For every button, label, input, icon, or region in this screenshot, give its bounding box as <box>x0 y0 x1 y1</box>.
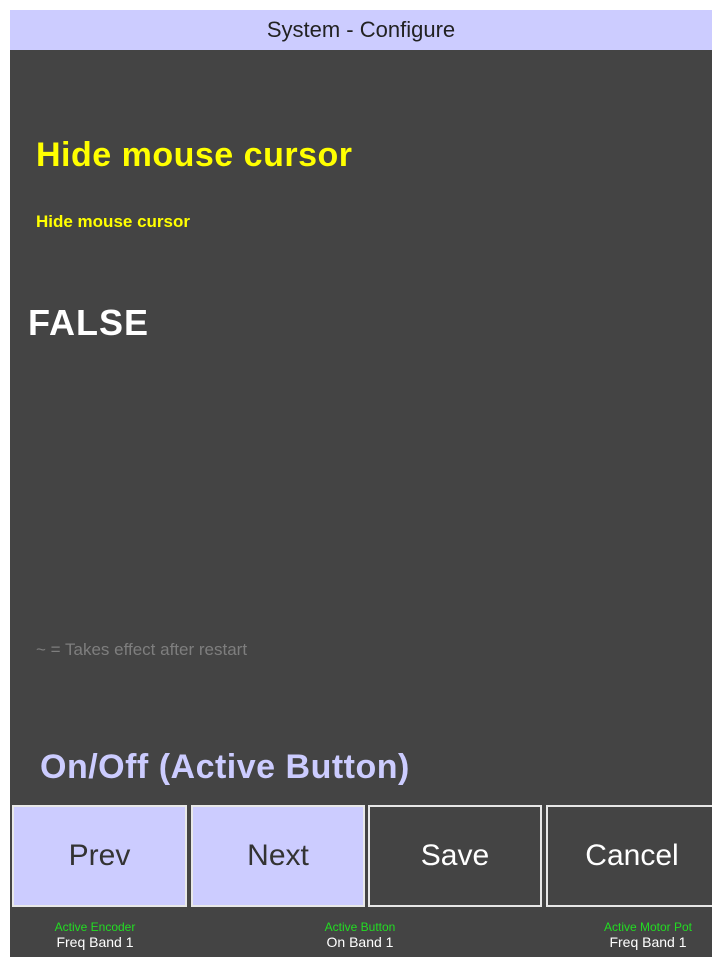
status-value: On Band 1 <box>326 934 394 950</box>
status-active-motor-pot: Active Motor Pot Freq Band 1 <box>558 920 712 950</box>
next-button[interactable]: Next <box>191 805 365 907</box>
prev-button[interactable]: Prev <box>12 805 187 907</box>
status-label: Active Encoder <box>54 920 136 934</box>
button-bar: Prev Next Save Cancel <box>10 802 712 910</box>
save-button[interactable]: Save <box>368 805 542 907</box>
cancel-button[interactable]: Cancel <box>546 805 712 907</box>
setting-heading: Hide mouse cursor <box>36 136 353 174</box>
configure-screen: System - Configure Hide mouse cursor Hid… <box>10 10 712 957</box>
status-active-button: Active Button On Band 1 <box>270 920 450 950</box>
restart-note: ~ = Takes effect after restart <box>36 640 248 659</box>
status-active-encoder: Active Encoder Freq Band 1 <box>10 920 185 950</box>
window-title: System - Configure <box>10 10 712 50</box>
status-label: Active Button <box>324 920 396 934</box>
status-value: Freq Band 1 <box>56 934 134 950</box>
active-button-label: On/Off (Active Button) <box>40 748 410 786</box>
setting-description: Hide mouse cursor <box>36 212 190 231</box>
status-value: Freq Band 1 <box>609 934 687 950</box>
setting-value[interactable]: FALSE <box>28 302 149 344</box>
status-label: Active Motor Pot <box>603 920 693 934</box>
